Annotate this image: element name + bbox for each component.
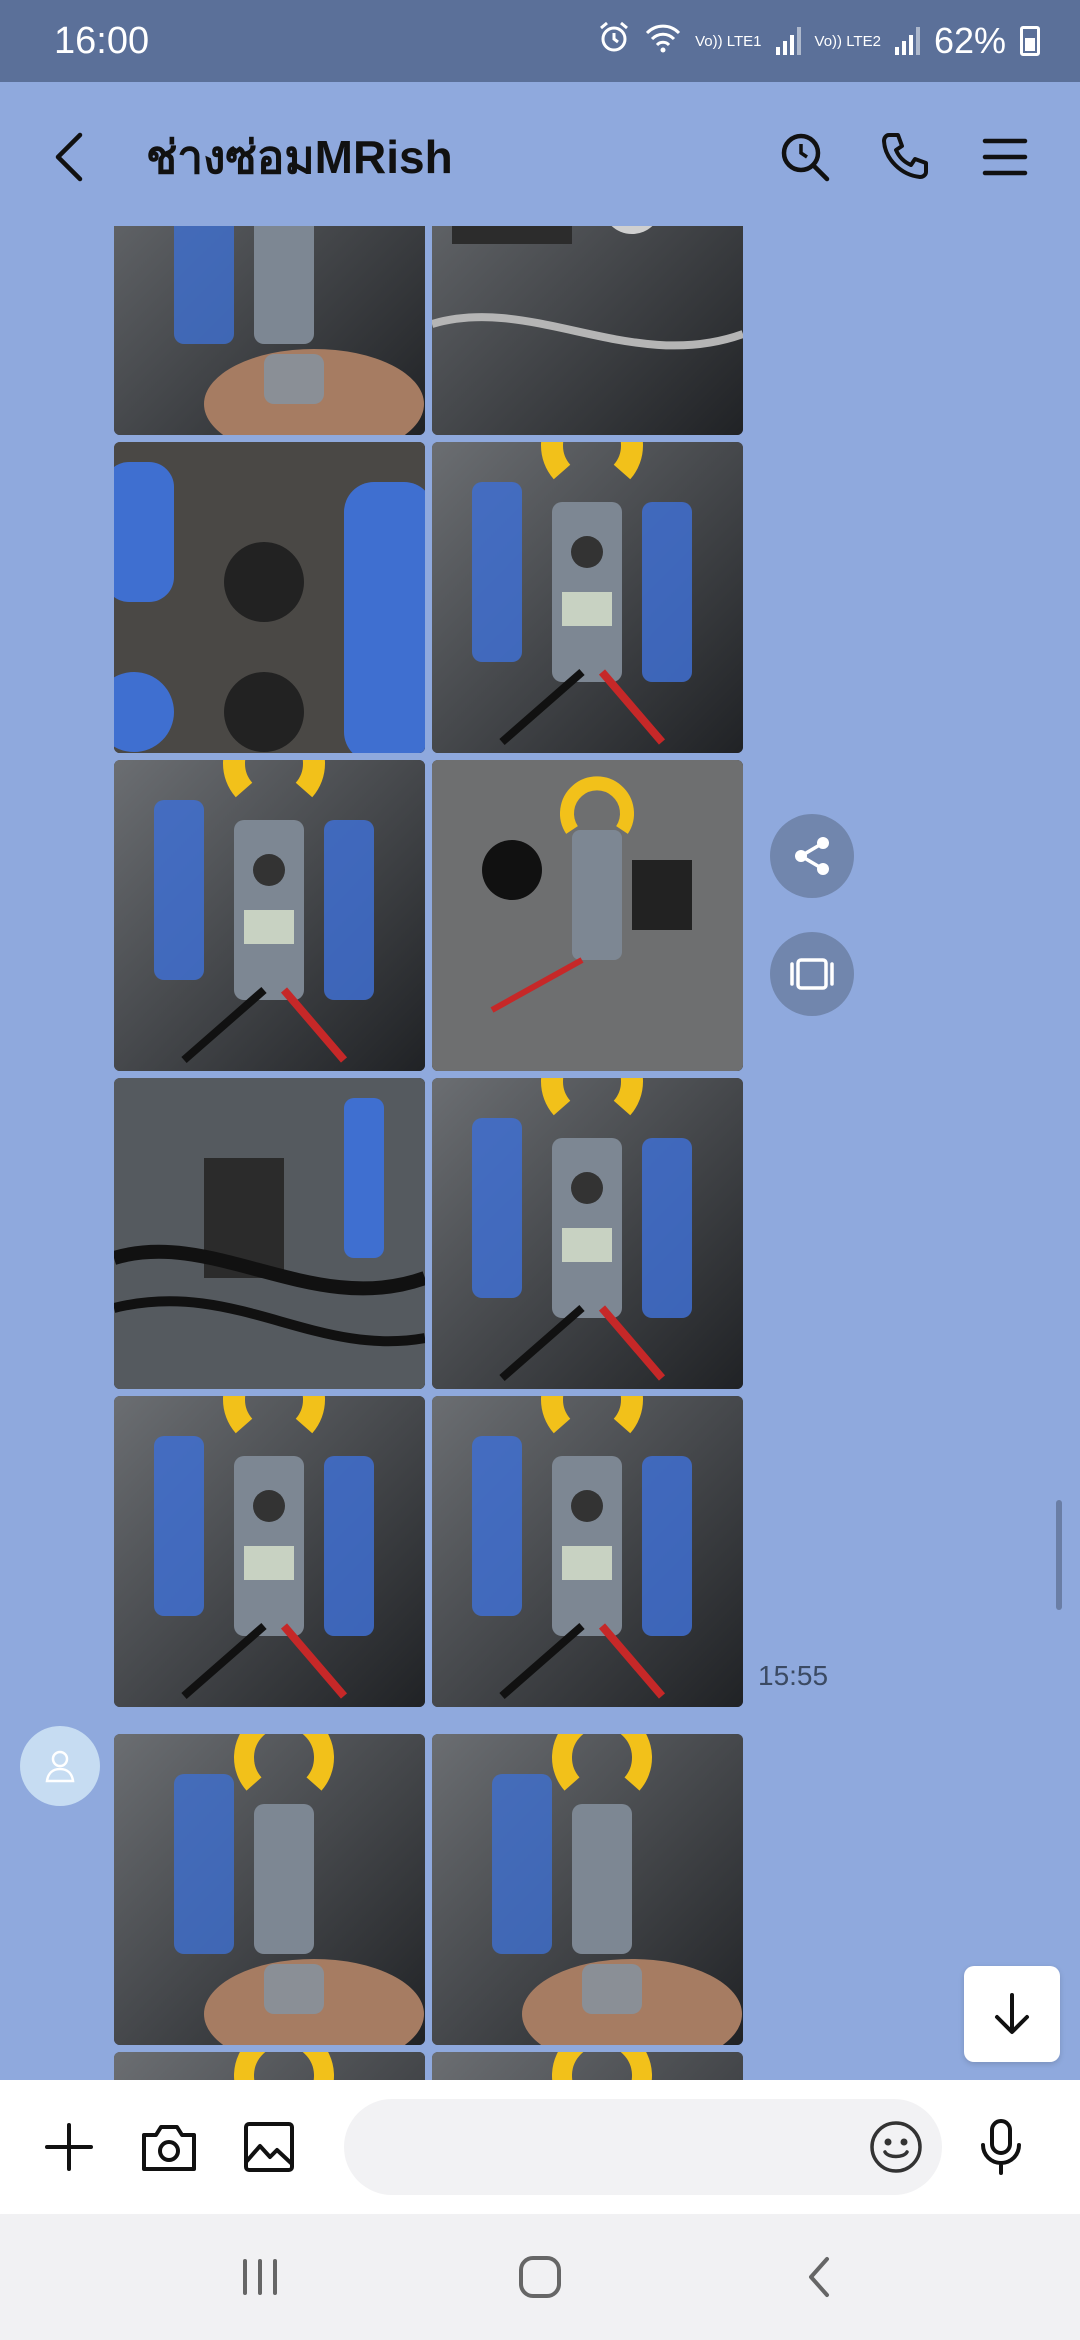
emoji-button[interactable] [866,2117,926,2177]
wifi-icon [645,20,681,62]
battery-icon [1020,26,1040,56]
chat-title: ช่างซ่อมMRish [146,130,453,183]
status-bar: 16:00 Vo)) LTE1 Vo)) LTE2 62% [0,0,1080,82]
search-button[interactable] [760,112,850,202]
home-button[interactable] [490,2227,590,2327]
chat-photo[interactable] [114,1734,425,2045]
menu-button[interactable] [960,112,1050,202]
signal1-icon [775,27,801,55]
search-icon [781,133,830,182]
scroll-down-button[interactable] [964,1966,1060,2062]
chat-photo[interactable] [432,1734,743,2045]
chat-photo[interactable] [432,226,743,435]
expand-button[interactable] [770,932,854,1016]
menu-icon [982,138,1028,176]
sim2-label: Vo)) LTE2 [814,32,881,50]
nav-back-button[interactable] [770,2227,870,2327]
chat-photo[interactable] [432,1396,743,1707]
plus-icon [45,2123,93,2171]
alarm-icon [597,20,631,63]
message-input-bar [0,2080,1080,2214]
recent-apps-button[interactable] [210,2227,310,2327]
chat-photo[interactable] [114,1078,425,1389]
chat-photo[interactable] [114,442,425,753]
photo-message-grid [114,226,744,2080]
scroll-down-icon [995,1993,1029,2034]
chat-photo[interactable] [114,1396,425,1707]
system-nav-bar [0,2214,1080,2340]
scroll-indicator[interactable] [1056,1500,1062,1610]
user-icon [45,1750,75,1783]
message-input-wrapper [324,2099,956,2195]
camera-icon [142,2125,196,2171]
mic-icon [981,2119,1021,2175]
chat-header: ช่างซ่อมMRish [0,82,1080,232]
home-icon [519,2256,561,2298]
sim1-label: Vo)) LTE1 [695,32,762,50]
signal2-icon [894,27,920,55]
message-input[interactable] [344,2099,942,2195]
chat-photo[interactable] [114,226,425,435]
emoji-icon [870,2121,922,2173]
voice-button[interactable] [956,2102,1046,2192]
message-timestamp: 15:55 [758,1660,829,1691]
chat-photo[interactable] [432,760,743,1071]
avatar[interactable] [20,1726,100,1806]
nav-back-icon [809,2257,829,2297]
call-button[interactable] [860,112,950,202]
share-icon [795,837,829,875]
recent-apps-icon [243,2259,277,2295]
camera-button[interactable] [124,2102,214,2192]
image-icon [244,2122,294,2172]
chat-photo[interactable] [114,2052,425,2080]
phone-icon [882,133,928,179]
expand-icon [790,958,834,990]
gallery-button[interactable] [224,2102,314,2192]
add-button[interactable] [24,2102,114,2192]
share-button[interactable] [770,814,854,898]
chat-photo[interactable] [432,1078,743,1389]
chat-photo[interactable] [114,760,425,1071]
chat-photo[interactable] [432,2052,743,2080]
back-button[interactable] [30,117,110,197]
chat-photo[interactable] [432,442,743,753]
back-icon [55,132,83,182]
status-time: 16:00 [54,19,150,62]
battery-percent: 62% [933,20,1006,61]
status-icons: Vo)) LTE1 Vo)) LTE2 62% [597,20,1040,63]
